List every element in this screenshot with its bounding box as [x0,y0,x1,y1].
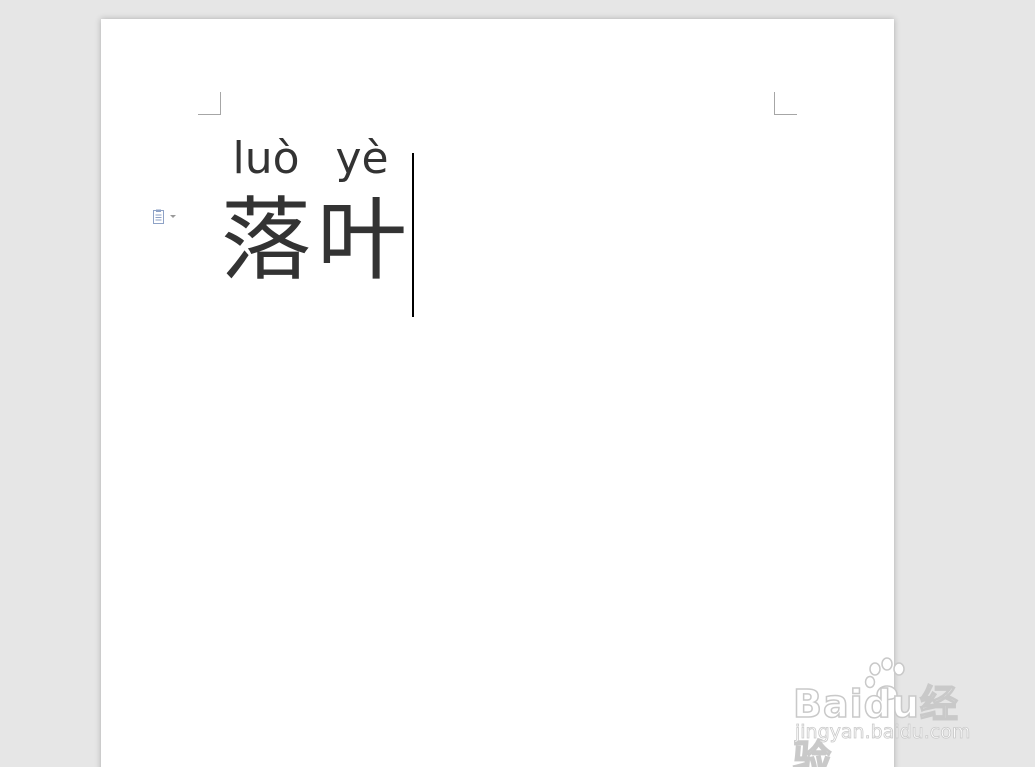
phonetic-guide-text[interactable]: luò 落 yè 叶 [218,131,410,293]
document-page[interactable]: luò 落 yè 叶 [101,19,894,767]
document-workspace: luò 落 yè 叶 Baidu经验 jingyan.baidu.com [0,0,1035,767]
pinyin-text: luò [232,133,300,184]
hanzi-text: 叶 [317,188,407,293]
top-right-margin-mark [774,92,797,115]
chevron-down-icon [170,215,176,219]
text-cursor [412,153,414,317]
pinyin-text: yè [335,133,389,184]
paste-options-button[interactable] [152,208,182,226]
ruby-unit-2: yè 叶 [314,131,410,293]
hanzi-text: 落 [221,188,311,293]
clipboard-icon [152,209,166,225]
watermark-url: jingyan.baidu.com [795,721,971,744]
top-left-margin-mark [198,92,221,115]
baidu-jingyan-watermark: Baidu经验 jingyan.baidu.com [792,655,993,767]
ruby-unit-1: luò 落 [218,131,314,293]
watermark-logo-text: Baidu经验 [792,681,959,767]
